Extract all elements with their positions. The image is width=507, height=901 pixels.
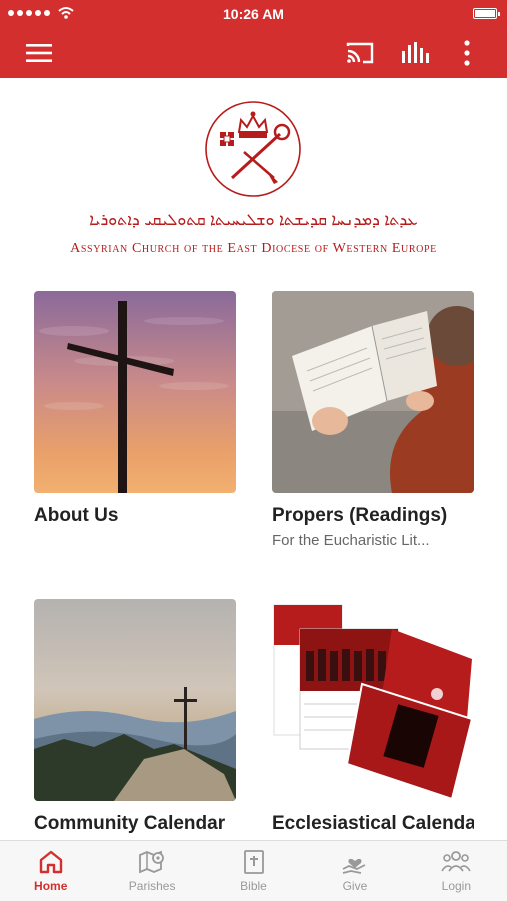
nav-label: Parishes xyxy=(128,879,176,893)
app-bar xyxy=(0,28,507,78)
nav-label: Give xyxy=(342,879,368,893)
give-heart-icon xyxy=(342,858,366,874)
nav-label: Home xyxy=(34,879,68,893)
bottom-navigation: Home Parishes Bible Give Login xyxy=(0,840,507,901)
people-icon xyxy=(441,851,472,872)
status-bar: 10:26 AM xyxy=(0,0,507,28)
home-icon xyxy=(39,850,62,874)
open-book-image xyxy=(272,291,474,493)
nav-parishes[interactable]: Parishes xyxy=(101,841,202,901)
nav-label: Login xyxy=(441,879,472,893)
cast-icon[interactable] xyxy=(340,36,380,70)
tile-title: Ecclesiastical Calendar xyxy=(272,813,474,834)
nav-label: Bible xyxy=(240,879,267,893)
nav-home[interactable]: Home xyxy=(0,841,101,901)
mountain-cross-image xyxy=(34,599,236,801)
tile-ecclesiastical-calendar[interactable]: Ecclesiastical Calendar xyxy=(272,599,474,837)
tile-propers-readings[interactable]: Propers (Readings) For the Eucharistic L… xyxy=(272,291,474,549)
church-emblem xyxy=(0,78,507,268)
nav-give[interactable]: Give xyxy=(304,841,405,901)
diocese-title: Assyrian Church of the East Diocese of W… xyxy=(70,241,437,256)
battery-icon xyxy=(473,8,500,19)
nav-bible[interactable]: Bible xyxy=(203,841,304,901)
tile-title: Community Calendar xyxy=(34,813,226,834)
calendar-product-image xyxy=(272,599,474,801)
more-vertical-icon[interactable] xyxy=(452,36,482,70)
tile-title: Propers (Readings) xyxy=(272,505,448,526)
hamburger-menu-icon[interactable] xyxy=(16,36,62,70)
tile-community-calendar[interactable]: Community Calendar xyxy=(34,599,236,837)
bible-icon xyxy=(243,850,264,874)
church-seal-icon xyxy=(205,101,301,197)
map-pin-icon xyxy=(139,850,165,874)
status-time: 10:26 AM xyxy=(223,6,284,22)
cross-sunset-image xyxy=(34,291,236,493)
nav-login[interactable]: Login xyxy=(406,841,507,901)
syriac-title: ܥܕܬܐ ܕܡܕܢܚܐ ܩܕܝܫܬܐ ܘܫܠܝܚܝܬܐ ܩܬܘܠܝܩܝ ܕܐܬܘ… xyxy=(89,212,418,229)
audio-bars-icon[interactable] xyxy=(395,36,435,70)
tile-title: About Us xyxy=(34,505,119,526)
tile-about-us[interactable]: About Us xyxy=(34,291,236,527)
tile-subtitle: For the Eucharistic Lit... xyxy=(272,532,430,549)
